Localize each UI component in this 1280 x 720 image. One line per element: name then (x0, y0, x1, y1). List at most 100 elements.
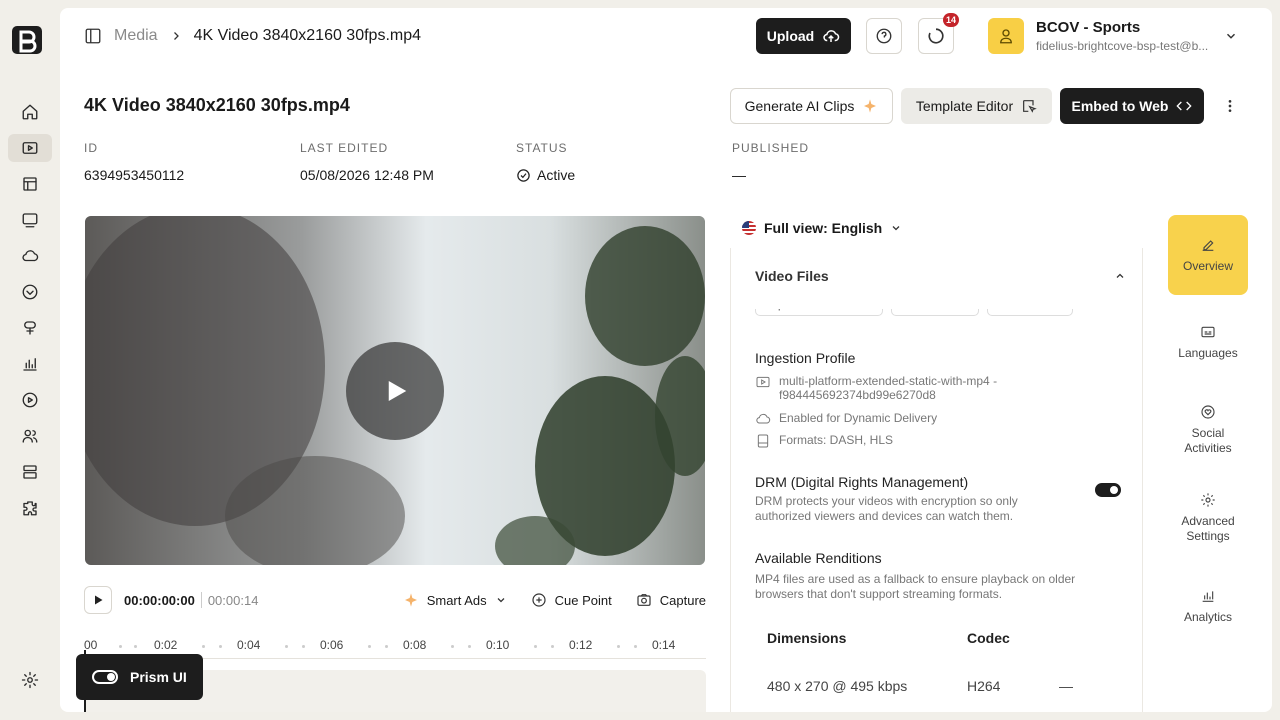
subtitles-icon (1201, 326, 1215, 338)
home-icon[interactable] (8, 98, 52, 126)
prism-ui-label: Prism UI (130, 669, 187, 685)
tick-dot (134, 645, 137, 648)
account-switcher[interactable]: BCOV - Sports fidelius-brightcove-bsp-te… (988, 18, 1238, 54)
prism-ui-toggle[interactable]: Prism UI (76, 654, 203, 700)
timeline-tick: 0:08 (403, 638, 427, 652)
activity-button[interactable]: 14 (918, 13, 959, 54)
engagement-icon[interactable] (8, 278, 52, 306)
live-icon[interactable] (8, 386, 52, 414)
renditions-heading: Available Renditions (755, 550, 882, 566)
play-button[interactable] (84, 586, 112, 614)
renditions-description-line2: browsers that don't support streaming fo… (755, 587, 1003, 601)
embed-to-web-button[interactable]: Embed to Web (1060, 88, 1204, 124)
drm-toggle[interactable] (1095, 483, 1121, 497)
timeline-tick: 0:12 (569, 638, 593, 652)
formats-row: Formats: DASH, HLS (755, 433, 893, 449)
tick-dot (468, 645, 471, 648)
upload-button-label: Upload (766, 28, 815, 44)
video-file-icon (755, 374, 771, 402)
cue-point-button[interactable]: Cue Point (531, 592, 612, 608)
status-badge: Active (516, 167, 575, 183)
meta-last-edited: LAST EDITED 05/08/2026 12:48 PM (300, 141, 434, 183)
chevron-up-icon[interactable] (1114, 270, 1126, 282)
cloud-icon[interactable] (8, 242, 52, 270)
camera-icon (636, 592, 652, 608)
meta-status-label: STATUS (516, 141, 568, 155)
media-icon[interactable] (8, 134, 52, 162)
player-icon[interactable] (8, 206, 52, 234)
capture-label: Capture (659, 592, 706, 608)
tick-dot (219, 645, 222, 648)
capture-button[interactable]: Capture (636, 592, 706, 608)
chevron-down-icon (495, 594, 507, 606)
drm-heading: DRM (Digital Rights Management) (755, 474, 969, 490)
loading-icon (927, 27, 945, 45)
tab-advanced-settings[interactable]: Advanced Settings (1168, 492, 1248, 544)
notification-badge: 14 (942, 13, 959, 27)
renditions-description: MP4 files are used as a fallback to ensu… (755, 572, 1075, 602)
rendition-codec: H264 (967, 678, 1001, 694)
tick-dot (368, 645, 371, 648)
tick-dot (451, 645, 454, 648)
video-files-panel: Video Files Replace Source File Retransc… (730, 248, 1143, 712)
layout-icon[interactable] (8, 170, 52, 198)
cue-point-label: Cue Point (554, 592, 612, 608)
embed-label: Embed to Web (1071, 98, 1169, 114)
breadcrumb-media-link[interactable]: Media (114, 27, 158, 45)
users-icon[interactable] (8, 422, 52, 450)
tick-dot (534, 645, 537, 648)
ingestion-profile-row: multi-platform-extended-static-with-mp4 … (755, 374, 997, 402)
plus-circle-icon (531, 592, 547, 608)
drm-description-line1: DRM protects your videos with encryption… (755, 494, 1018, 508)
tab-languages[interactable]: Languages (1168, 324, 1248, 361)
meta-last-edited-value: 05/08/2026 12:48 PM (300, 167, 434, 183)
tab-overview-label: Overview (1182, 258, 1233, 273)
tick-dot (302, 645, 305, 648)
meta-status: STATUS Active (516, 141, 575, 183)
drm-description: DRM protects your videos with encryption… (755, 494, 1018, 524)
profile-name-line1: multi-platform-extended-static-with-mp4 … (779, 374, 998, 388)
tab-languages-label: Languages (1178, 346, 1238, 360)
video-player[interactable] (85, 216, 705, 565)
archive-icon[interactable] (8, 458, 52, 486)
tab-social-activities[interactable]: Social Activities (1168, 404, 1248, 456)
tick-dot (617, 645, 620, 648)
breadcrumb-current: 4K Video 3840x2160 30fps.mp4 (193, 27, 422, 44)
sidebar-toggle-icon[interactable] (84, 27, 102, 45)
generate-ai-clips-button[interactable]: Generate AI Clips (730, 88, 893, 124)
settings-icon[interactable] (8, 666, 52, 694)
rendition-extra: — (1059, 678, 1073, 694)
template-editor-label: Template Editor (915, 98, 1014, 114)
integrations-icon[interactable] (8, 314, 52, 342)
ai-clips-label: Generate AI Clips (744, 98, 855, 114)
timecode-divider (200, 592, 202, 608)
smart-ads-dropdown[interactable]: Smart Ads (403, 592, 507, 608)
breadcrumb: Media 4K Video 3840x2160 30fps.mp4 (84, 24, 421, 48)
template-editor-button[interactable]: Template Editor (901, 88, 1052, 124)
tab-overview[interactable]: Overview (1168, 215, 1248, 295)
brightcove-logo[interactable] (10, 22, 44, 56)
plugins-icon[interactable] (8, 494, 52, 522)
status-value: Active (537, 167, 576, 183)
tick-dot (202, 645, 205, 648)
play-overlay-button[interactable] (346, 342, 444, 440)
timeline-tick: 0:14 (652, 638, 676, 652)
upload-button[interactable]: Upload (756, 18, 851, 54)
player-controls: 00:00:00:00 00:00:14 Smart Ads Cue Point… (84, 586, 706, 614)
heart-circle-icon (1201, 405, 1215, 419)
page-title: 4K Video 3840x2160 30fps.mp4 (84, 95, 350, 115)
profile-name-line2: f984445692374bd99e6270d8 (779, 388, 936, 402)
language-view-dropdown[interactable]: Full view: English (742, 220, 902, 236)
tab-analytics[interactable]: Analytics (1168, 588, 1248, 625)
help-button[interactable] (866, 18, 902, 54)
more-options-button[interactable] (1220, 96, 1240, 116)
meta-published-label: PUBLISHED (732, 141, 810, 155)
meta-id-value: 6394953450112 (84, 167, 185, 183)
document-icon (755, 433, 771, 449)
tick-dot (385, 645, 388, 648)
edit-icon (1202, 239, 1214, 251)
toggle-switch[interactable] (92, 670, 118, 684)
smart-ads-label: Smart Ads (426, 592, 487, 608)
cloud-upload-icon (822, 27, 840, 45)
analytics-icon[interactable] (8, 350, 52, 378)
